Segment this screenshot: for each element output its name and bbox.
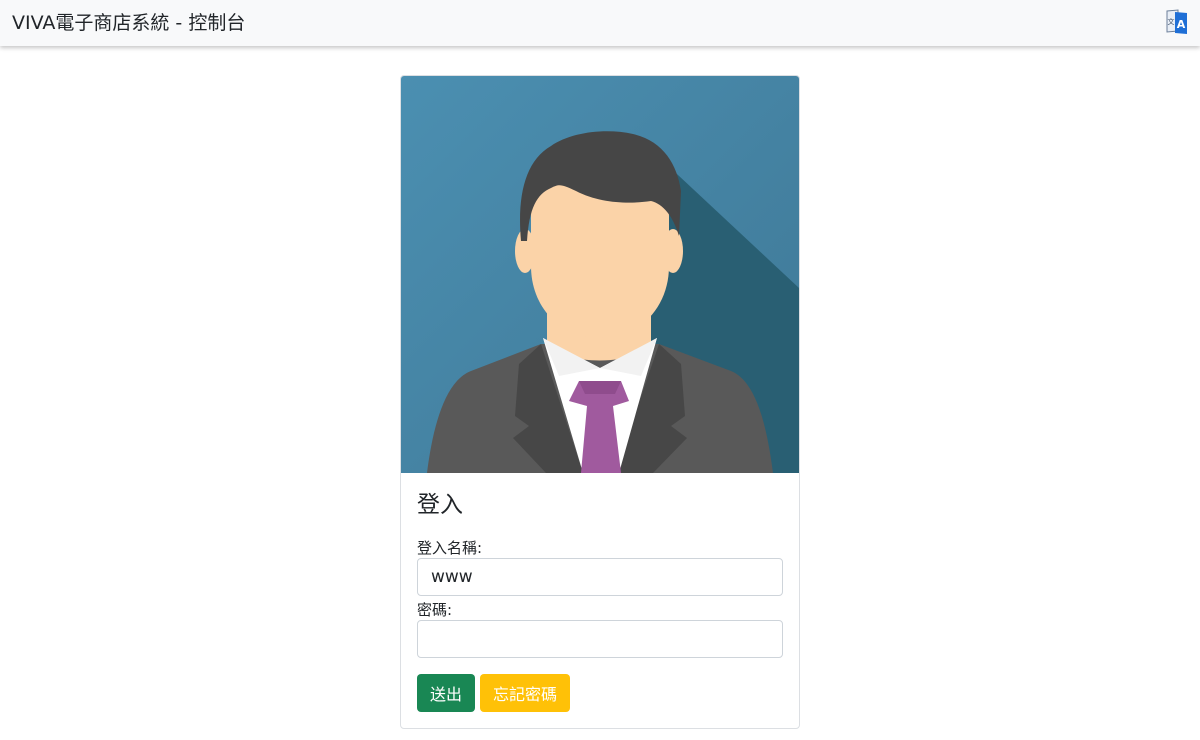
username-label: 登入名稱:: [417, 539, 483, 557]
svg-text:文: 文: [1168, 17, 1175, 26]
password-input[interactable]: [417, 620, 783, 658]
translate-icon[interactable]: A 文: [1166, 9, 1188, 35]
submit-button[interactable]: 送出: [417, 674, 475, 712]
top-navbar: VIVA電子商店系統 - 控制台 A 文: [0, 0, 1200, 46]
login-card: 登入 登入名稱: 密碼: 送出 忘記密碼: [400, 75, 800, 729]
svg-text:A: A: [1177, 18, 1186, 31]
forgot-password-button[interactable]: 忘記密碼: [480, 674, 570, 712]
businessman-avatar: [401, 76, 799, 473]
login-title: 登入: [417, 492, 463, 518]
username-input[interactable]: [417, 558, 783, 596]
app-title[interactable]: VIVA電子商店系統 - 控制台: [12, 11, 245, 35]
password-label: 密碼:: [417, 601, 453, 619]
